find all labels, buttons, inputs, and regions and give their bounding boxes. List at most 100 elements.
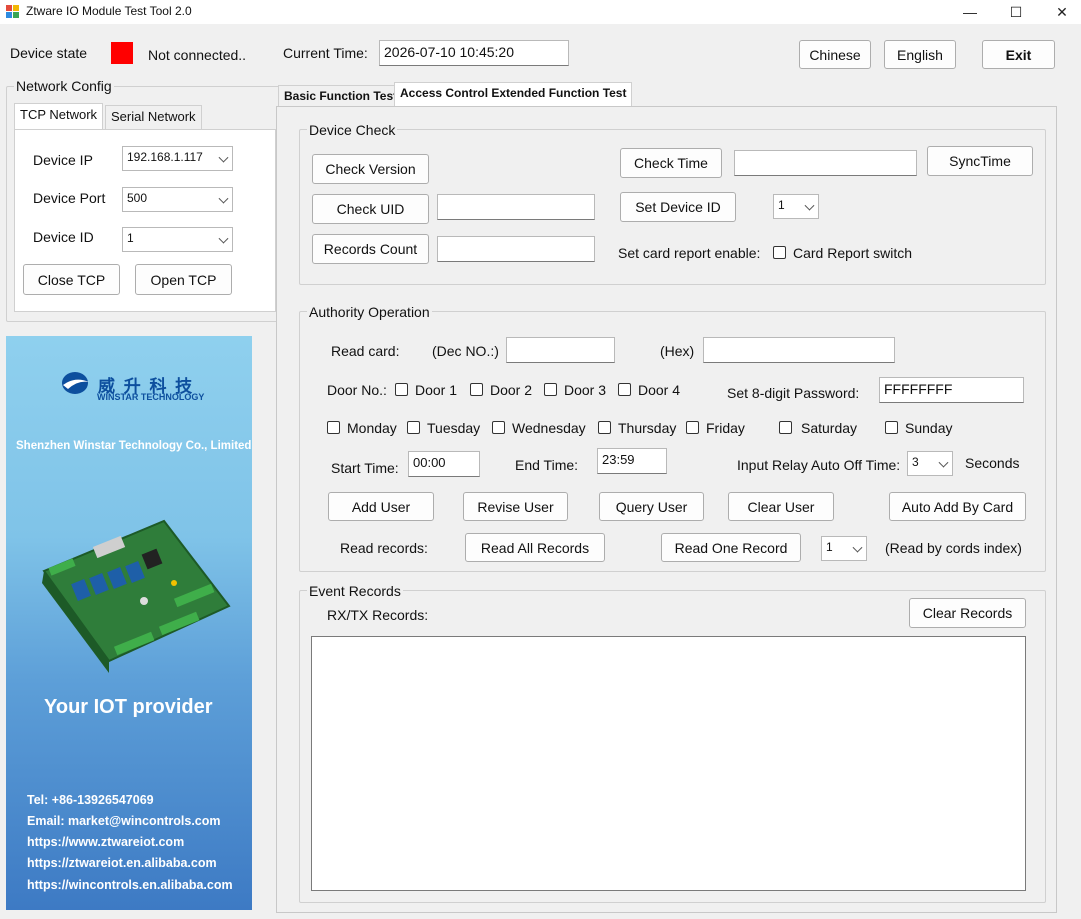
chevron-down-icon bbox=[804, 200, 815, 211]
check-version-button[interactable]: Check Version bbox=[312, 154, 429, 184]
wednesday-checkbox[interactable] bbox=[492, 421, 505, 434]
device-ip-value: 192.168.1.117 bbox=[127, 150, 203, 164]
close-tcp-button[interactable]: Close TCP bbox=[23, 264, 120, 295]
card-report-checkbox[interactable] bbox=[773, 246, 786, 259]
password-field[interactable]: FFFFFFFF bbox=[879, 377, 1024, 403]
tab-access-control-extended[interactable]: Access Control Extended Function Test bbox=[394, 82, 633, 107]
thursday-checkbox[interactable] bbox=[598, 421, 611, 434]
relay-unit-label: Seconds bbox=[965, 455, 1020, 471]
hex-field[interactable] bbox=[703, 337, 895, 363]
read-card-label: Read card: bbox=[331, 343, 400, 359]
company-name: Shenzhen Winstar Technology Co., Limited bbox=[16, 440, 252, 452]
chevron-down-icon bbox=[218, 233, 229, 244]
check-uid-field[interactable] bbox=[437, 194, 595, 220]
saturday-checkbox[interactable] bbox=[779, 421, 792, 434]
door-3-checkbox[interactable] bbox=[544, 383, 557, 396]
password-label: Set 8-digit Password: bbox=[727, 385, 860, 401]
brand-english-name: WINSTAR TECHNOLOGY bbox=[97, 392, 205, 402]
read-all-records-button[interactable]: Read All Records bbox=[465, 533, 605, 562]
read-by-index-note: (Read by cords index) bbox=[885, 540, 1022, 556]
exit-button[interactable]: Exit bbox=[982, 40, 1055, 69]
device-ip-label: Device IP bbox=[33, 152, 93, 168]
thursday-label: Thursday bbox=[618, 420, 677, 436]
contact-alibaba-wincontrols: https://wincontrols.en.alibaba.com bbox=[27, 878, 233, 892]
tab-serial-network[interactable]: Serial Network bbox=[105, 105, 202, 129]
hex-label: (Hex) bbox=[660, 343, 695, 359]
set-device-id-button[interactable]: Set Device ID bbox=[620, 192, 736, 222]
revise-user-button[interactable]: Revise User bbox=[463, 492, 568, 521]
device-port-select[interactable]: 500 bbox=[122, 187, 233, 212]
set-device-id-select[interactable]: 1 bbox=[773, 194, 819, 219]
door-2-checkbox[interactable] bbox=[470, 383, 483, 396]
door-3-label: Door 3 bbox=[564, 382, 607, 398]
end-time-field[interactable]: 23:59 bbox=[597, 448, 667, 474]
start-time-field[interactable]: 00:00 bbox=[408, 451, 480, 477]
chevron-down-icon bbox=[218, 193, 229, 204]
door-4-checkbox[interactable] bbox=[618, 383, 631, 396]
maximize-button[interactable]: ☐ bbox=[993, 0, 1039, 24]
auto-add-by-card-button[interactable]: Auto Add By Card bbox=[889, 492, 1026, 521]
current-time-label: Current Time: bbox=[283, 45, 368, 61]
maximize-icon: ☐ bbox=[1009, 3, 1023, 20]
contact-alibaba-ztwareiot: https://ztwareiot.en.alibaba.com bbox=[27, 856, 217, 870]
dec-number-field[interactable] bbox=[506, 337, 615, 363]
rx-tx-records-label: RX/TX Records: bbox=[327, 607, 429, 623]
device-check-title: Device Check bbox=[307, 122, 398, 138]
records-count-field[interactable] bbox=[437, 236, 595, 262]
card-report-checkbox-label: Card Report switch bbox=[793, 245, 913, 261]
minimize-button[interactable]: — bbox=[947, 0, 993, 24]
check-time-button[interactable]: Check Time bbox=[620, 148, 722, 178]
monday-checkbox[interactable] bbox=[327, 421, 340, 434]
contact-phone: Tel: +86-13926547069 bbox=[27, 793, 154, 807]
records-count-button[interactable]: Records Count bbox=[312, 234, 429, 264]
friday-label: Friday bbox=[706, 420, 745, 436]
device-ip-select[interactable]: 192.168.1.117 bbox=[122, 146, 233, 171]
clear-records-button[interactable]: Clear Records bbox=[909, 598, 1026, 628]
add-user-button[interactable]: Add User bbox=[328, 492, 434, 521]
check-uid-button[interactable]: Check UID bbox=[312, 194, 429, 224]
tab-basic-function-test[interactable]: Basic Function Test bbox=[278, 85, 404, 107]
door-1-checkbox[interactable] bbox=[395, 383, 408, 396]
set-device-id-value: 1 bbox=[778, 198, 785, 212]
chevron-down-icon bbox=[218, 152, 229, 163]
door-2-label: Door 2 bbox=[490, 382, 533, 398]
dec-number-label: (Dec NO.:) bbox=[432, 343, 499, 359]
authority-operation-title: Authority Operation bbox=[307, 304, 432, 320]
winstar-logo-icon bbox=[62, 372, 89, 394]
chinese-button[interactable]: Chinese bbox=[799, 40, 871, 69]
chevron-down-icon bbox=[938, 457, 949, 468]
minimize-icon: — bbox=[963, 4, 977, 20]
check-time-field[interactable] bbox=[734, 150, 917, 176]
record-index-select[interactable]: 1 bbox=[821, 536, 867, 561]
sunday-checkbox[interactable] bbox=[885, 421, 898, 434]
company-banner: 威 升 科 技 WINSTAR TECHNOLOGY Shenzhen Wins… bbox=[6, 336, 252, 910]
monday-label: Monday bbox=[347, 420, 397, 436]
read-records-label: Read records: bbox=[340, 540, 428, 556]
relay-auto-off-select[interactable]: 3 bbox=[907, 451, 953, 476]
query-user-button[interactable]: Query User bbox=[599, 492, 704, 521]
door-4-label: Door 4 bbox=[638, 382, 681, 398]
read-one-record-button[interactable]: Read One Record bbox=[661, 533, 801, 562]
device-port-label: Device Port bbox=[33, 190, 106, 206]
tab-tcp-network[interactable]: TCP Network bbox=[14, 103, 104, 129]
open-tcp-button[interactable]: Open TCP bbox=[135, 264, 232, 295]
device-id-label: Device ID bbox=[33, 229, 94, 245]
relay-auto-off-value: 3 bbox=[912, 455, 919, 469]
end-time-label: End Time: bbox=[515, 457, 579, 473]
current-time-field[interactable]: 2026-07-10 10:45:20 bbox=[379, 40, 569, 66]
sync-time-button[interactable]: SyncTime bbox=[927, 146, 1033, 176]
rx-tx-records-log[interactable] bbox=[311, 636, 1026, 891]
door-number-label: Door No.: bbox=[327, 382, 387, 398]
close-window-button[interactable]: ✕ bbox=[1039, 0, 1081, 24]
english-button[interactable]: English bbox=[884, 40, 956, 69]
device-id-select[interactable]: 1 bbox=[122, 227, 233, 252]
door-1-label: Door 1 bbox=[415, 382, 458, 398]
friday-checkbox[interactable] bbox=[686, 421, 699, 434]
tuesday-label: Tuesday bbox=[427, 420, 481, 436]
connection-status-text: Not connected.. bbox=[148, 47, 247, 63]
device-state-indicator bbox=[111, 42, 133, 64]
clear-user-button[interactable]: Clear User bbox=[728, 492, 834, 521]
window-title: Ztware IO Module Test Tool 2.0 bbox=[26, 4, 192, 18]
device-id-value: 1 bbox=[127, 231, 134, 245]
tuesday-checkbox[interactable] bbox=[407, 421, 420, 434]
